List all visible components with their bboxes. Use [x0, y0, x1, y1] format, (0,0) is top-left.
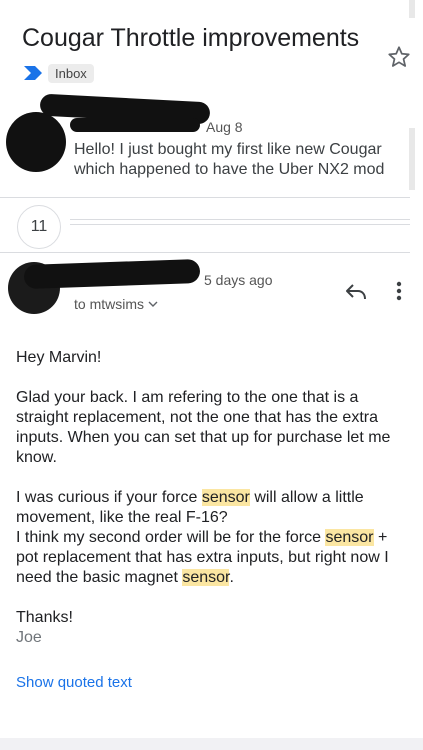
inbox-label-chip[interactable]: Inbox	[48, 64, 94, 83]
paragraph: I was curious if your force sensor will …	[16, 489, 364, 526]
message-date: 5 days ago	[204, 272, 273, 288]
bottom-bar	[0, 738, 423, 750]
message-body: Hey Marvin! Glad your back. I am referin…	[16, 348, 408, 668]
recipient-details[interactable]: to mtwsims	[74, 296, 158, 312]
signature: Joe	[16, 629, 42, 646]
search-highlight: sensor	[201, 489, 250, 506]
scrollbar-thumb[interactable]	[409, 128, 415, 190]
email-subject: Cougar Throttle improvements	[22, 24, 360, 52]
redacted-sender-avatar	[6, 112, 66, 172]
greeting: Hey Marvin!	[16, 349, 102, 366]
scrollbar-top	[409, 0, 415, 18]
collapsed-messages-count[interactable]: 11	[17, 205, 61, 249]
show-quoted-text-link[interactable]: Show quoted text	[16, 674, 132, 691]
star-icon[interactable]	[386, 44, 412, 70]
important-label-icon	[24, 66, 42, 80]
divider	[70, 224, 410, 225]
redacted-sender-name	[23, 258, 201, 290]
more-options-icon[interactable]	[392, 280, 406, 302]
search-highlight: sensor	[325, 529, 374, 546]
divider	[70, 219, 410, 220]
divider	[0, 197, 410, 198]
divider	[0, 252, 410, 253]
recipient-text: to mtwsims	[74, 296, 144, 312]
paragraph: Glad your back. I am refering to the one…	[16, 389, 391, 466]
closing: Thanks!	[16, 609, 73, 626]
message-snippet: Hello! I just bought my first like new C…	[74, 141, 385, 178]
chevron-down-icon	[148, 301, 158, 307]
paragraph: I think my second order will be for the …	[16, 529, 389, 586]
message-date: Aug 8	[206, 119, 243, 135]
search-highlight: sensor	[182, 569, 230, 586]
reply-icon[interactable]	[344, 280, 368, 302]
redacted-sender-name-2	[70, 118, 200, 132]
